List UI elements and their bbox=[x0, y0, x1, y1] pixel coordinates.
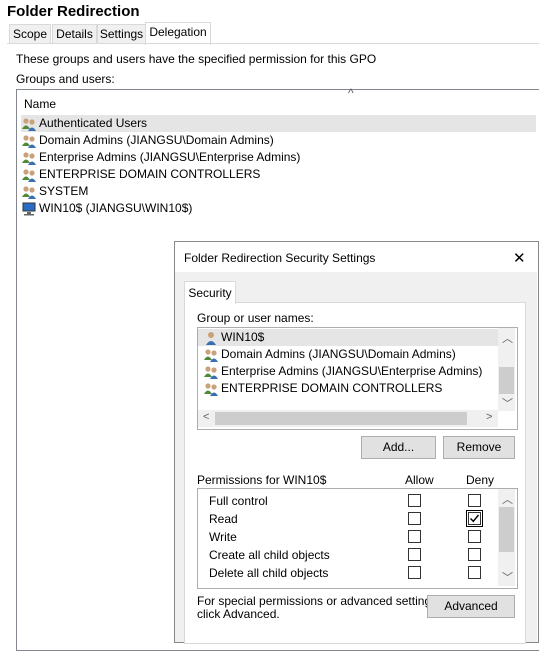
user-list-item[interactable]: WIN10$ bbox=[198, 329, 503, 346]
user-list-item-label: Enterprise Admins (JIANGSU\Enterprise Ad… bbox=[221, 364, 483, 378]
user-list-item-label: ENTERPRISE DOMAIN CONTROLLERS bbox=[221, 381, 443, 395]
group-icon bbox=[21, 151, 37, 165]
group-icon bbox=[21, 134, 37, 148]
group-icon bbox=[203, 365, 219, 379]
list-item-label: Enterprise Admins (JIANGSU\Enterprise Ad… bbox=[39, 150, 301, 164]
list-item[interactable]: ENTERPRISE DOMAIN CONTROLLERS bbox=[21, 166, 260, 183]
close-icon[interactable]: ✕ bbox=[513, 249, 526, 267]
list-item-label: ENTERPRISE DOMAIN CONTROLLERS bbox=[39, 167, 261, 181]
allow-checkbox[interactable] bbox=[408, 530, 421, 543]
perm-scroll-down-icon[interactable]: ﹀ bbox=[502, 569, 513, 585]
user-list-item-label: Domain Admins (JIANGSU\Domain Admins) bbox=[221, 347, 456, 361]
add-button[interactable]: Add... bbox=[361, 436, 436, 459]
list-item-label: SYSTEM bbox=[39, 184, 89, 198]
deny-checkbox[interactable] bbox=[466, 510, 483, 527]
scroll-up-icon[interactable]: ︿ bbox=[502, 330, 513, 346]
permission-name: Write bbox=[209, 530, 237, 544]
permissions-scroll-thumb[interactable] bbox=[499, 507, 514, 552]
delegation-description: These groups and users have the specifie… bbox=[16, 52, 377, 66]
groups-label: Groups and users: bbox=[16, 72, 115, 86]
list-item[interactable]: Enterprise Admins (JIANGSU\Enterprise Ad… bbox=[21, 149, 300, 166]
user-list-item-label: WIN10$ bbox=[221, 330, 265, 344]
group-icon bbox=[203, 382, 219, 396]
scroll-left-icon[interactable]: < bbox=[203, 411, 209, 423]
tab-scope[interactable]: Scope bbox=[9, 24, 51, 44]
computer-icon bbox=[21, 202, 37, 216]
tab-settings[interactable]: Settings bbox=[97, 24, 146, 44]
tab-divider bbox=[7, 43, 539, 44]
user-list-item[interactable]: Domain Admins (JIANGSU\Domain Admins) bbox=[203, 346, 456, 363]
advanced-hint-line-2: click Advanced. bbox=[197, 607, 280, 621]
user-list-item[interactable]: ENTERPRISE DOMAIN CONTROLLERS bbox=[203, 380, 442, 397]
permissions-label: Permissions for WIN10$ bbox=[197, 473, 327, 487]
allow-checkbox[interactable] bbox=[408, 566, 421, 579]
tab-delegation[interactable]: Delegation bbox=[145, 22, 211, 45]
deny-checkbox[interactable] bbox=[468, 530, 481, 543]
group-icon bbox=[21, 117, 37, 131]
deny-checkbox[interactable] bbox=[468, 494, 481, 507]
group-icon bbox=[21, 185, 37, 199]
allow-checkbox[interactable] bbox=[408, 512, 421, 525]
name-column-header[interactable]: Name bbox=[24, 97, 56, 111]
user-list-item[interactable]: Enterprise Admins (JIANGSU\Enterprise Ad… bbox=[203, 363, 482, 380]
deny-checkbox[interactable] bbox=[468, 566, 481, 579]
scroll-down-icon[interactable]: ﹀ bbox=[502, 395, 513, 411]
window-title: Folder Redirection bbox=[7, 3, 140, 20]
remove-button[interactable]: Remove bbox=[443, 436, 515, 459]
dialog-title: Folder Redirection Security Settings bbox=[184, 251, 376, 265]
group-icon bbox=[203, 348, 219, 362]
user-icon bbox=[203, 331, 219, 345]
allow-column-header: Allow bbox=[405, 473, 434, 487]
deny-checkbox[interactable] bbox=[468, 548, 481, 561]
list-item[interactable]: SYSTEM bbox=[21, 183, 88, 200]
tab-details[interactable]: Details bbox=[52, 24, 97, 44]
list-item[interactable]: Domain Admins (JIANGSU\Domain Admins) bbox=[21, 132, 274, 149]
users-scroll-thumb[interactable] bbox=[499, 367, 514, 394]
allow-checkbox[interactable] bbox=[408, 548, 421, 561]
list-item[interactable]: Authenticated Users bbox=[21, 115, 536, 132]
list-item-label: Domain Admins (JIANGSU\Domain Admins) bbox=[39, 133, 274, 147]
tab-security[interactable]: Security bbox=[184, 281, 236, 304]
checkmark-icon bbox=[470, 514, 480, 523]
advanced-hint: For special permissions or advanced sett… bbox=[197, 595, 440, 621]
users-hscroll-thumb[interactable] bbox=[215, 412, 467, 425]
sort-up-icon: ^ bbox=[348, 86, 354, 100]
permission-name: Create all child objects bbox=[209, 548, 330, 562]
list-item-label: WIN10$ (JIANGSU\WIN10$) bbox=[39, 201, 193, 215]
deny-column-header: Deny bbox=[466, 473, 495, 487]
permission-name: Delete all child objects bbox=[209, 566, 329, 580]
advanced-button[interactable]: Advanced bbox=[427, 595, 515, 618]
permission-name: Full control bbox=[209, 494, 268, 508]
list-item-label: Authenticated Users bbox=[39, 116, 148, 130]
list-item[interactable]: WIN10$ (JIANGSU\WIN10$) bbox=[21, 200, 192, 217]
group-icon bbox=[21, 168, 37, 182]
scroll-right-icon[interactable]: > bbox=[486, 411, 492, 423]
group-names-label: Group or user names: bbox=[197, 311, 314, 325]
permission-name: Read bbox=[209, 512, 238, 526]
allow-checkbox[interactable] bbox=[408, 494, 421, 507]
perm-scroll-up-icon[interactable]: ︿ bbox=[502, 491, 513, 507]
